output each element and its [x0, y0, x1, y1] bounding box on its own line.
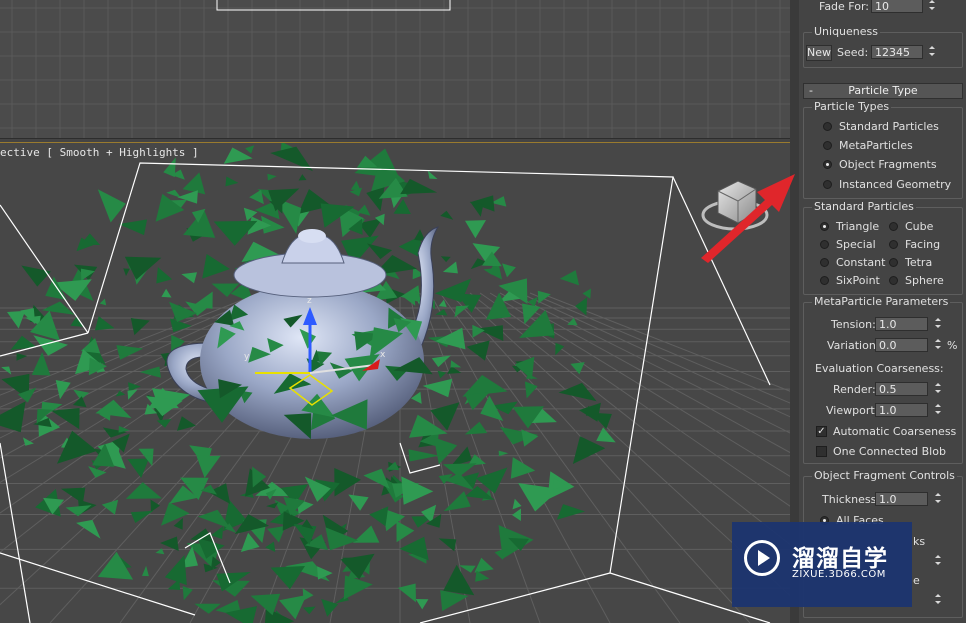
- thickness-label: Thickness:: [822, 493, 881, 506]
- render-coarseness-field[interactable]: 0.5: [875, 382, 928, 396]
- variation-field[interactable]: 0.0: [875, 338, 928, 352]
- seed-spinner[interactable]: [927, 44, 937, 60]
- automatic-coarseness-label[interactable]: Automatic Coarseness: [833, 425, 956, 438]
- seed-field[interactable]: 12345: [871, 45, 923, 59]
- instanced-geometry-label[interactable]: Instanced Geometry: [839, 178, 951, 191]
- partial-label-1: ks: [913, 535, 926, 548]
- sphere-label[interactable]: Sphere: [905, 274, 944, 287]
- variation-unit: %: [947, 339, 958, 352]
- top-viewport[interactable]: [0, 0, 790, 139]
- fade-for-field[interactable]: 10: [871, 0, 923, 13]
- tension-field[interactable]: 1.0: [875, 317, 928, 331]
- automatic-coarseness-checkbox[interactable]: ✓: [816, 426, 827, 437]
- viewport-label[interactable]: ective [ Smooth + Highlights ]: [0, 146, 199, 159]
- radio-facing[interactable]: [889, 240, 898, 249]
- variation-spinner[interactable]: [933, 337, 943, 353]
- watermark: 溜溜自学 ZIXUE.3D66.COM: [732, 522, 912, 607]
- render-label: Render:: [833, 383, 876, 396]
- partial-spinner-1[interactable]: [933, 553, 943, 569]
- radio-sixpoint[interactable]: [820, 276, 829, 285]
- collapse-icon: -: [809, 84, 813, 97]
- standard-particles-title: Standard Particles: [812, 200, 916, 213]
- facing-label[interactable]: Facing: [905, 238, 940, 251]
- radio-constant[interactable]: [820, 258, 829, 267]
- viewport-coarseness-field[interactable]: 1.0: [875, 403, 928, 417]
- fade-for-label: Fade For:: [819, 0, 870, 13]
- uniqueness-title: Uniqueness: [812, 25, 881, 38]
- top-viewport-grid: [0, 0, 790, 138]
- constant-label[interactable]: Constant: [836, 256, 885, 269]
- perspective-scene: z y x: [0, 143, 790, 623]
- object-fragments-label[interactable]: Object Fragments: [839, 158, 937, 171]
- radio-special[interactable]: [820, 240, 829, 249]
- thickness-spinner[interactable]: [933, 491, 943, 507]
- watermark-url: ZIXUE.3D66.COM: [792, 569, 886, 580]
- tension-label: Tension:: [831, 318, 876, 331]
- variation-label: Variation:: [827, 339, 880, 352]
- partial-spinner-2[interactable]: [933, 592, 943, 608]
- radio-cube[interactable]: [889, 222, 898, 231]
- one-connected-blob-label[interactable]: One Connected Blob: [833, 445, 946, 458]
- fade-for-spinner[interactable]: [927, 0, 937, 14]
- partial-label-2: e: [913, 574, 920, 587]
- radio-triangle[interactable]: [820, 222, 829, 231]
- svg-text:z: z: [307, 296, 312, 306]
- radio-metaparticles[interactable]: [823, 141, 832, 150]
- standard-particles-label[interactable]: Standard Particles: [839, 120, 939, 133]
- evaluation-coarseness-label: Evaluation Coarseness:: [815, 362, 944, 375]
- perspective-viewport[interactable]: z y x ective [ Smooth + Highlights ]: [0, 142, 791, 623]
- fragment-controls-title: Object Fragment Controls: [812, 469, 957, 482]
- metaparticle-title: MetaParticle Parameters: [812, 295, 951, 308]
- radio-object-fragments[interactable]: [823, 160, 832, 169]
- play-logo-icon: [744, 540, 780, 576]
- rollout-title: Particle Type: [848, 84, 918, 97]
- render-spinner[interactable]: [933, 381, 943, 397]
- special-label[interactable]: Special: [836, 238, 876, 251]
- triangle-label[interactable]: Triangle: [836, 220, 879, 233]
- particle-types-title: Particle Types: [812, 100, 892, 113]
- radio-sphere[interactable]: [889, 276, 898, 285]
- watermark-title: 溜溜自学: [792, 546, 888, 572]
- svg-text:y: y: [244, 352, 250, 362]
- one-connected-blob-checkbox[interactable]: [816, 446, 827, 457]
- sixpoint-label[interactable]: SixPoint: [836, 274, 880, 287]
- new-seed-button[interactable]: New: [806, 45, 832, 61]
- radio-tetra[interactable]: [889, 258, 898, 267]
- particle-type-rollout-header[interactable]: - Particle Type: [803, 83, 963, 99]
- svg-text:x: x: [380, 350, 386, 360]
- tension-spinner[interactable]: [933, 316, 943, 332]
- annotation-arrow-icon: [701, 174, 795, 263]
- cube-label[interactable]: Cube: [905, 220, 933, 233]
- tetra-label[interactable]: Tetra: [905, 256, 932, 269]
- seed-label: Seed:: [837, 46, 869, 59]
- radio-standard-particles[interactable]: [823, 122, 832, 131]
- radio-instanced-geometry[interactable]: [823, 180, 832, 189]
- thickness-field[interactable]: 1.0: [875, 492, 928, 506]
- viewport-coarseness-label: Viewport:: [826, 404, 879, 417]
- metaparticles-label[interactable]: MetaParticles: [839, 139, 913, 152]
- viewport-spinner[interactable]: [933, 402, 943, 418]
